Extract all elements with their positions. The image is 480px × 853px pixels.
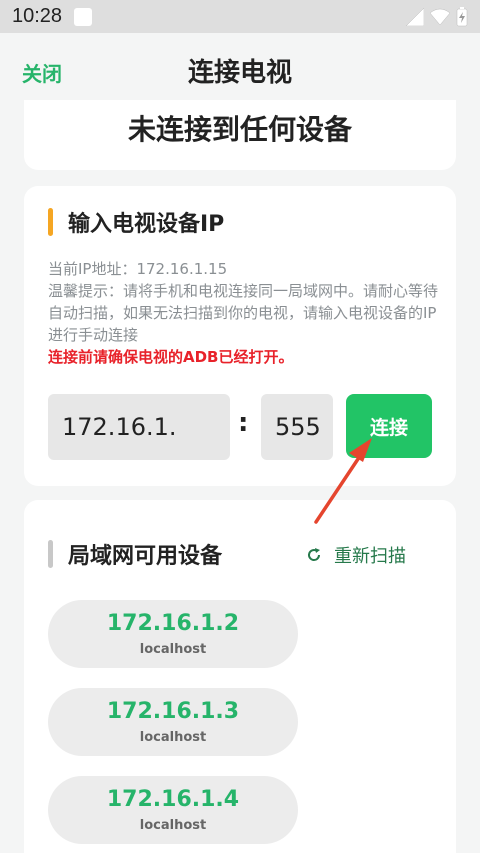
device-ip: 172.16.1.3 (106, 699, 240, 724)
page-title: 连接电视 (187, 57, 292, 88)
ip-input-card: 输入电视设备IP 当前IP地址：172.16.1.15 温馨提示：请将手机和电视… (24, 186, 456, 486)
connection-status-card: 未连接到任何设备 (24, 100, 456, 170)
wifi-icon (430, 8, 450, 26)
refresh-icon (308, 548, 321, 561)
device-host: localhost (139, 730, 207, 745)
rescan-label: 重新扫描 (334, 546, 406, 567)
ip-section-title: 输入电视设备IP (48, 206, 224, 238)
battery-icon (456, 7, 468, 27)
ip-address-input[interactable]: 172.16.1. (48, 394, 230, 460)
device-ip: 172.16.1.2 (106, 611, 240, 636)
device-item[interactable]: 172.16.1.3 localhost (48, 688, 298, 756)
hint-text: 温馨提示：请将手机和电视连接同一局域网中。请耐心等待自动扫描，如果无法扫描到你的… (48, 282, 439, 344)
section-accent-bar (48, 208, 53, 236)
ip-section-title-text: 输入电视设备IP (68, 212, 225, 237)
status-time: 10:28 (12, 5, 63, 27)
status-bar: 10:28 (0, 0, 480, 33)
connection-status-text: 未连接到任何设备 (127, 113, 352, 146)
device-host: localhost (139, 818, 207, 833)
device-item[interactable]: 172.16.1.2 localhost (48, 600, 298, 668)
device-ip: 172.16.1.4 (106, 787, 240, 812)
lan-section-title-text: 局域网可用设备 (68, 544, 223, 569)
notification-icon (74, 7, 93, 26)
device-host: localhost (139, 642, 207, 657)
adb-warning: 连接前请确保电视的ADB已经打开。 (48, 348, 294, 366)
lan-section-title: 局域网可用设备 (48, 538, 222, 570)
port-input[interactable]: 555 (261, 394, 333, 460)
ip-port-separator: : (238, 408, 249, 438)
device-item[interactable]: 172.16.1.4 localhost (48, 776, 298, 844)
current-ip-label: 当前IP地址：172.16.1.15 (48, 260, 228, 278)
close-button[interactable]: 关闭 (22, 58, 62, 87)
lan-devices-card: 局域网可用设备 重新扫描 172.16.1.2 localhost 172.16… (24, 500, 456, 853)
app-header: 关闭 连接电视 (0, 33, 480, 107)
status-icons (406, 7, 468, 27)
section-accent-bar (48, 540, 53, 568)
connect-button[interactable]: 连接 (346, 394, 432, 458)
hint-block: 当前IP地址：172.16.1.15 温馨提示：请将手机和电视连接同一局域网中。… (48, 258, 440, 368)
signal-icon (406, 8, 424, 26)
rescan-button[interactable]: 重新扫描 (306, 542, 406, 568)
